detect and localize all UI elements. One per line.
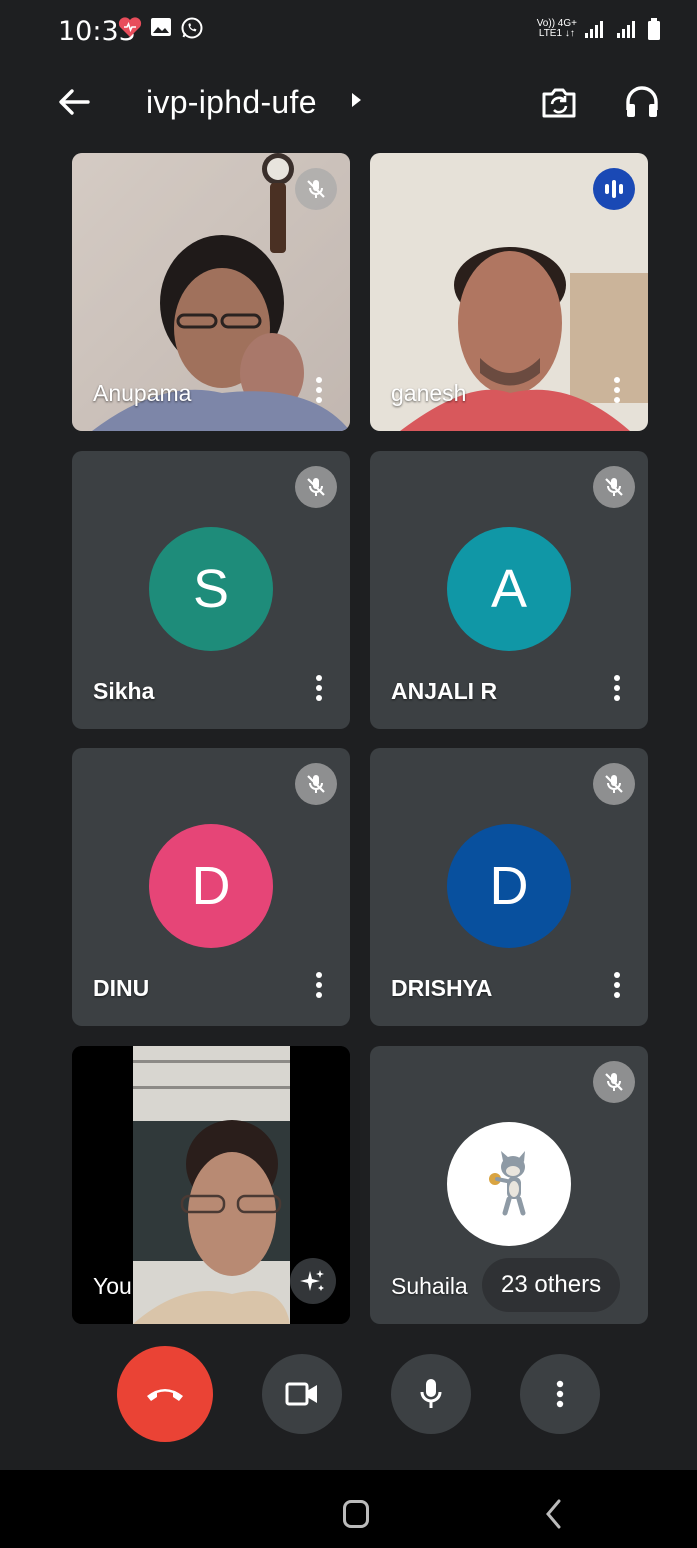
participant-avatar: S xyxy=(149,527,273,651)
more-options-button[interactable] xyxy=(520,1354,600,1434)
more-vert-icon xyxy=(556,1380,564,1408)
headphones-icon[interactable] xyxy=(622,82,662,122)
others-count-chip[interactable]: 23 others xyxy=(482,1258,621,1312)
cartoon-cat-icon xyxy=(489,1151,526,1216)
participant-tile-anjali-r[interactable]: A ANJALI R xyxy=(370,451,648,729)
muted-mic-icon xyxy=(593,466,635,508)
participant-tile-dinu[interactable]: D DINU xyxy=(72,748,350,1026)
participant-avatar-image xyxy=(447,1122,571,1246)
self-view-tile[interactable]: You xyxy=(72,1046,350,1324)
participant-name: ganesh xyxy=(391,380,467,406)
end-call-button[interactable] xyxy=(117,1346,213,1442)
participant-avatar: A xyxy=(447,527,571,651)
battery-icon xyxy=(648,18,660,40)
participant-options-icon[interactable] xyxy=(612,675,622,705)
participant-options-icon[interactable] xyxy=(314,377,324,407)
system-nav-bar xyxy=(0,1470,697,1548)
nav-back-icon[interactable] xyxy=(544,1498,564,1530)
signal-icon-2 xyxy=(617,21,635,38)
participant-name: You xyxy=(93,1273,132,1299)
signal-icon xyxy=(585,21,603,38)
participant-options-icon[interactable] xyxy=(314,972,324,1002)
video-camera-icon xyxy=(285,1382,317,1406)
network-type-indicator: Vo)) 4G+ LTE1 ↓↑ xyxy=(537,19,577,39)
status-bar: 10:33 Vo)) 4G+ LTE1 ↓↑ xyxy=(0,0,697,62)
participant-name: Sikha xyxy=(93,678,155,704)
speaking-indicator-icon xyxy=(593,168,635,210)
hang-up-icon xyxy=(147,1389,183,1401)
system-status-icons: Vo)) 4G+ LTE1 ↓↑ xyxy=(537,18,661,40)
whatsapp-icon xyxy=(181,17,203,39)
muted-mic-icon xyxy=(593,763,635,805)
microphone-icon xyxy=(420,1379,442,1408)
camera-toggle-button[interactable] xyxy=(262,1354,342,1434)
muted-mic-icon xyxy=(295,168,337,210)
caret-right-icon[interactable] xyxy=(352,93,361,107)
participant-options-icon[interactable] xyxy=(612,377,622,407)
participant-tile-ganesh[interactable]: ganesh xyxy=(370,153,648,431)
muted-mic-icon xyxy=(295,763,337,805)
participant-tile-anupama[interactable]: Anupama xyxy=(72,153,350,431)
effects-sparkle-icon[interactable] xyxy=(290,1258,336,1304)
notification-icons xyxy=(118,16,204,40)
muted-mic-icon xyxy=(295,466,337,508)
participant-avatar: D xyxy=(447,824,571,948)
microphone-toggle-button[interactable] xyxy=(391,1354,471,1434)
participant-name: DRISHYA xyxy=(391,975,493,1001)
image-icon xyxy=(151,18,171,36)
back-arrow-icon[interactable] xyxy=(54,82,94,122)
participant-name: Anupama xyxy=(93,380,192,406)
switch-camera-icon[interactable] xyxy=(538,82,580,124)
participant-options-icon[interactable] xyxy=(612,972,622,1002)
participant-avatar: D xyxy=(149,824,273,948)
participant-tile-drishya[interactable]: D DRISHYA xyxy=(370,748,648,1026)
participant-name: Suhaila xyxy=(391,1273,468,1299)
heart-icon xyxy=(118,17,142,37)
network-label-bottom: LTE1 ↓↑ xyxy=(538,28,575,39)
call-controls xyxy=(0,1346,697,1450)
meeting-header: ivp-iphd-ufe xyxy=(0,62,697,144)
meeting-title[interactable]: ivp-iphd-ufe xyxy=(146,84,317,121)
participant-name: ANJALI R xyxy=(391,678,498,704)
participant-tile-suhaila[interactable]: Suhaila 23 others xyxy=(370,1046,648,1324)
home-button-icon[interactable] xyxy=(343,1500,369,1528)
participant-tile-sikha[interactable]: S Sikha xyxy=(72,451,350,729)
muted-mic-icon xyxy=(593,1061,635,1103)
participant-name: DINU xyxy=(93,975,150,1001)
participant-options-icon[interactable] xyxy=(314,675,324,705)
